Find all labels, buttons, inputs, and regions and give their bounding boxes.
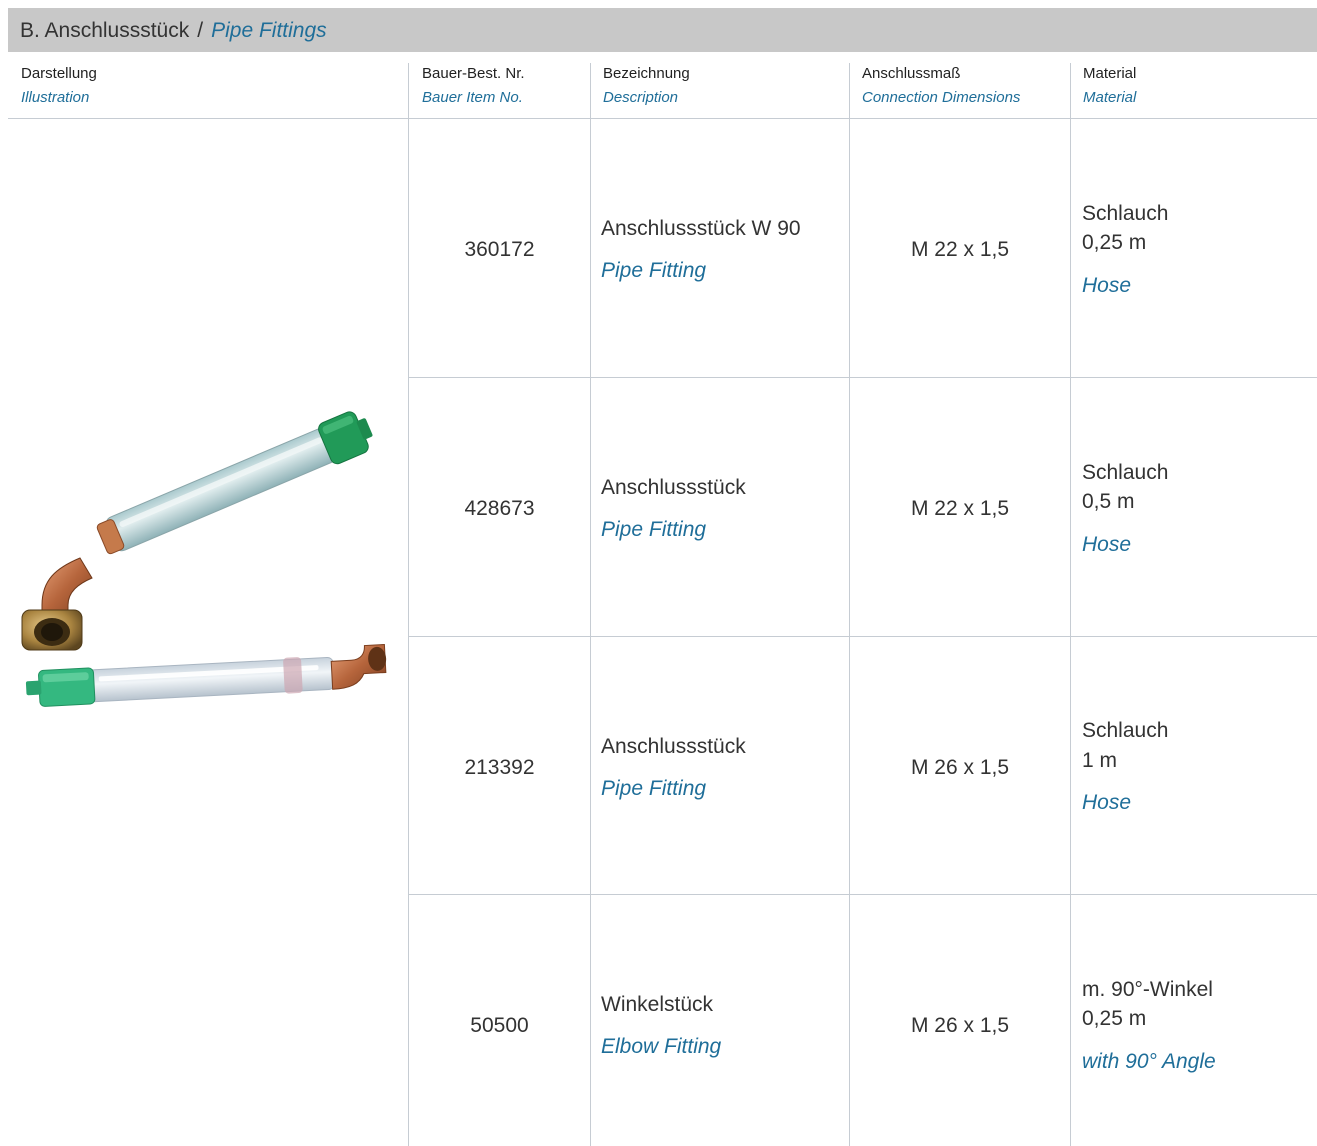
material-de: Schlauch	[1082, 461, 1169, 484]
description-en: Elbow Fitting	[601, 1035, 722, 1058]
description-en: Pipe Fitting	[601, 518, 707, 541]
section-title-en: Pipe Fittings	[211, 19, 327, 42]
fitting-w90-picture	[21, 411, 373, 651]
connection-cell: M 26 x 1,5	[910, 756, 1010, 779]
header-connection-de: Anschlussmaß	[862, 65, 961, 82]
item-no-cell: 428673	[464, 497, 535, 520]
header-divider	[8, 118, 1317, 119]
header-material-en: Material	[1083, 89, 1137, 106]
section-title-de: B. Anschlussstück	[20, 19, 190, 42]
header-connection: Anschlussmaß Connection Dimensions	[862, 62, 1020, 110]
description-en: Pipe Fitting	[601, 259, 707, 282]
material-en: Hose	[1082, 791, 1132, 814]
item-no-cell: 213392	[464, 756, 535, 779]
header-illustration-en: Illustration	[21, 89, 90, 106]
header-material: Material Material	[1083, 62, 1136, 110]
section-title: B. Anschlussstück / Pipe Fittings	[8, 8, 1317, 52]
material-size: 0,5 m	[1082, 490, 1135, 513]
connection-cell: M 26 x 1,5	[910, 1014, 1010, 1037]
header-connection-en: Connection Dimensions	[862, 89, 1021, 106]
item-no-cell: 50500	[470, 1014, 529, 1037]
header-description-de: Bezeichnung	[603, 65, 690, 82]
connection-cell: M 22 x 1,5	[910, 497, 1010, 520]
column-divider	[590, 63, 591, 1146]
material-de: m. 90°-Winkel	[1082, 978, 1213, 1001]
material-size: 0,25 m	[1082, 1007, 1147, 1030]
item-no-cell: 360172	[464, 238, 535, 261]
description-de: Anschlussstück	[601, 735, 746, 758]
column-divider	[849, 63, 850, 1146]
column-divider	[1070, 63, 1071, 1146]
row-divider	[408, 377, 1317, 378]
column-divider	[408, 63, 409, 1146]
header-item-no: Bauer-Best. Nr. Bauer Item No.	[422, 62, 525, 110]
description-en: Pipe Fitting	[601, 777, 707, 800]
description-de: Anschlussstück W 90	[601, 217, 801, 240]
material-size: 1 m	[1082, 749, 1118, 772]
material-de: Schlauch	[1082, 202, 1169, 225]
material-size: 0,25 m	[1082, 231, 1147, 254]
material-en: Hose	[1082, 533, 1132, 556]
material-de: Schlauch	[1082, 719, 1169, 742]
description-de: Anschlussstück	[601, 476, 746, 499]
connection-cell: M 22 x 1,5	[910, 238, 1010, 261]
header-illustration: Darstellung Illustration	[21, 62, 97, 110]
pipe-fitting-illustration	[21, 411, 387, 707]
header-item-no-en: Bauer Item No.	[422, 89, 523, 106]
header-description: Bezeichnung Description	[603, 62, 690, 110]
fitting-straight-picture	[25, 643, 387, 707]
material-en: with 90° Angle	[1082, 1050, 1216, 1073]
header-description-en: Description	[603, 89, 679, 106]
header-material-de: Material	[1083, 65, 1137, 82]
row-divider	[408, 636, 1317, 637]
title-separator: /	[197, 19, 204, 42]
header-illustration-de: Darstellung	[21, 65, 97, 82]
header-item-no-de: Bauer-Best. Nr.	[422, 65, 525, 82]
row-divider	[408, 894, 1317, 895]
material-en: Hose	[1082, 274, 1132, 297]
description-de: Winkelstück	[601, 993, 714, 1016]
